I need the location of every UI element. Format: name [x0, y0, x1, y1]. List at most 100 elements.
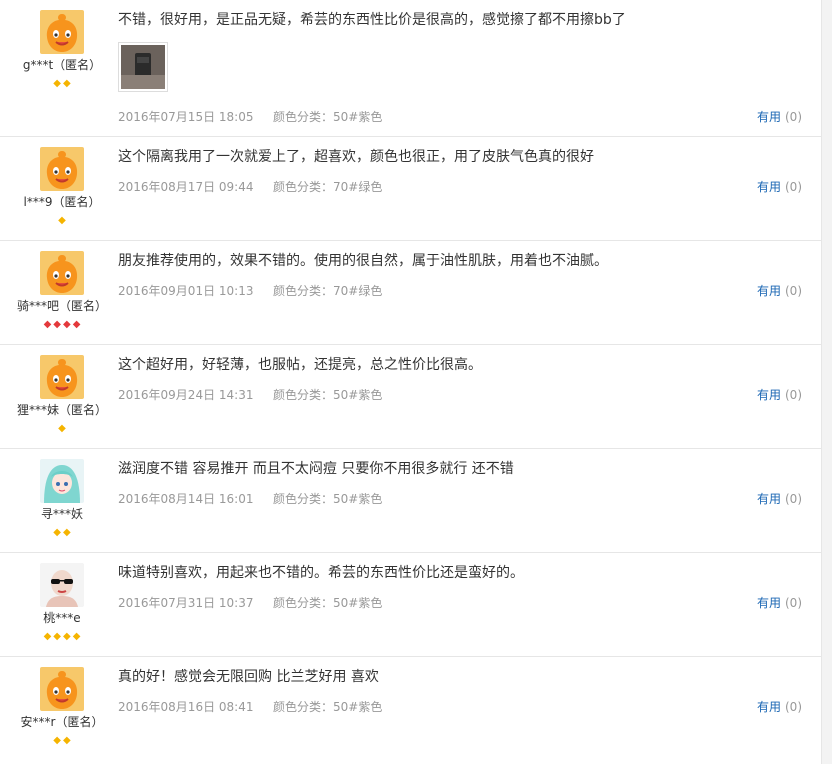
sku-color: 颜色分类：50#紫色	[273, 110, 383, 124]
review-meta: 2016年07月15日 18:05 颜色分类：50#紫色	[118, 108, 382, 125]
review-list: g***t（匿名） ◆ ◆ 不错，很好用，是正品无疑，希芸的东西性比价是很高的，感觉擦…	[0, 0, 822, 764]
useful-button[interactable]: 有用	[757, 388, 781, 402]
sku-color: 颜色分类：50#紫色	[273, 492, 383, 506]
review-photo-thumbnail[interactable]	[118, 42, 168, 92]
useful-count: (0)	[785, 110, 802, 124]
reviewer-info: 安***r（匿名） ◆ ◆	[0, 667, 124, 746]
reviewer-info: 狸***妹（匿名） ◆	[0, 355, 124, 434]
review-content: 真的好！感觉会无限回购 比兰芝好用 喜欢	[118, 667, 808, 687]
useful-vote: 有用 (0)	[757, 698, 802, 715]
grade-diamond-icon: ◆	[53, 319, 61, 330]
grade-diamond-icon: ◆	[53, 527, 61, 538]
grade-diamond-icon: ◆	[72, 631, 81, 642]
reviewer-name: 寻***妖	[40, 507, 83, 521]
review-meta: 2016年09月24日 14:31 颜色分类：50#紫色	[118, 386, 382, 403]
grade-diamond-icon: ◆	[43, 631, 52, 642]
useful-vote: 有用 (0)	[757, 108, 802, 125]
review-content: 不错，很好用，是正品无疑，希芸的东西性比价是很高的，感觉擦了都不用擦bb了	[118, 10, 808, 92]
useful-count: (0)	[785, 596, 802, 610]
buyer-grade-badge: ◆ ◆	[0, 525, 124, 538]
avatar[interactable]	[40, 459, 84, 503]
review-content: 味道特别喜欢，用起来也不错的。希芸的东西性价比还是蛮好的。	[118, 563, 808, 583]
useful-button[interactable]: 有用	[757, 180, 781, 194]
review-content: 这个隔离我用了一次就爱上了，超喜欢，颜色也很正，用了皮肤气色真的很好	[118, 147, 808, 167]
review-date: 2016年07月31日 10:37	[118, 596, 254, 610]
useful-vote: 有用 (0)	[757, 386, 802, 403]
reviewer-info: l***9（匿名） ◆	[0, 147, 124, 226]
reviewer-info: g***t（匿名） ◆ ◆	[0, 10, 124, 89]
grade-diamond-icon: ◆	[72, 319, 81, 330]
grade-diamond-icon: ◆	[58, 215, 66, 226]
review-text: 味道特别喜欢，用起来也不错的。希芸的东西性价比还是蛮好的。	[118, 565, 524, 581]
review-text: 滋润度不错 容易推开 而且不太闷痘 只要你不用很多就行 还不错	[118, 461, 514, 477]
review-meta: 2016年09月01日 10:13 颜色分类：70#绿色	[118, 282, 382, 299]
useful-vote: 有用 (0)	[757, 178, 802, 195]
useful-button[interactable]: 有用	[757, 700, 781, 714]
buyer-grade-badge: ◆	[0, 421, 124, 434]
reviewer-name: 安***r（匿名）	[20, 715, 104, 729]
reviewer-info: 骑***吧（匿名） ◆ ◆ ◆ ◆	[0, 251, 124, 330]
sku-color: 颜色分类：50#紫色	[273, 700, 383, 714]
sku-color: 颜色分类：50#紫色	[273, 388, 383, 402]
reviewer-info: 寻***妖 ◆ ◆	[0, 459, 124, 538]
review-text: 不错，很好用，是正品无疑，希芸的东西性比价是很高的，感觉擦了都不用擦bb了	[118, 12, 626, 28]
avatar[interactable]	[40, 355, 84, 399]
review-content: 这个超好用，好轻薄，也服帖，还提亮，总之性价比很高。	[118, 355, 808, 375]
review-item: 骑***吧（匿名） ◆ ◆ ◆ ◆ 朋友推荐使用的，效果不错的。使用的很自然，属于油性肌肤…	[0, 241, 822, 345]
review-text: 这个隔离我用了一次就爱上了，超喜欢，颜色也很正，用了皮肤气色真的很好	[118, 149, 594, 165]
buyer-grade-badge: ◆	[0, 213, 124, 226]
useful-count: (0)	[785, 284, 802, 298]
useful-button[interactable]: 有用	[757, 492, 781, 506]
review-meta: 2016年08月17日 09:44 颜色分类：70#绿色	[118, 178, 382, 195]
review-meta: 2016年08月16日 08:41 颜色分类：50#紫色	[118, 698, 382, 715]
reviewer-name: 骑***吧（匿名）	[16, 299, 107, 313]
reviewer-name: 桃***e	[43, 611, 81, 625]
sku-color: 颜色分类：70#绿色	[273, 284, 383, 298]
review-item: 寻***妖 ◆ ◆ 滋润度不错 容易推开 而且不太闷痘 只要你不用很多就行 还不错 20…	[0, 449, 822, 553]
useful-button[interactable]: 有用	[757, 110, 781, 124]
avatar[interactable]	[40, 10, 84, 54]
review-date: 2016年08月16日 08:41	[118, 700, 254, 714]
review-item: 安***r（匿名） ◆ ◆ 真的好！感觉会无限回购 比兰芝好用 喜欢 2016年08月1…	[0, 657, 822, 760]
grade-diamond-icon: ◆	[58, 423, 66, 434]
avatar[interactable]	[40, 563, 84, 607]
useful-count: (0)	[785, 492, 802, 506]
review-item: 桃***e ◆ ◆ ◆ ◆ 味道特别喜欢，用起来也不错的。希芸的东西性价比还是蛮好的。 20…	[0, 553, 822, 657]
reviewer-name: g***t（匿名）	[22, 58, 102, 72]
review-text: 这个超好用，好轻薄，也服帖，还提亮，总之性价比很高。	[118, 357, 482, 373]
grade-diamond-icon: ◆	[63, 78, 71, 89]
buyer-grade-badge: ◆ ◆ ◆ ◆	[0, 317, 124, 330]
avatar[interactable]	[40, 251, 84, 295]
reviewer-name: l***9（匿名）	[23, 195, 101, 209]
review-meta: 2016年07月31日 10:37 颜色分类：50#紫色	[118, 594, 382, 611]
review-date: 2016年09月01日 10:13	[118, 284, 254, 298]
grade-diamond-icon: ◆	[63, 631, 71, 642]
sku-color: 颜色分类：70#绿色	[273, 180, 383, 194]
reviewer-name: 狸***妹（匿名）	[16, 403, 107, 417]
useful-vote: 有用 (0)	[757, 490, 802, 507]
review-item: 狸***妹（匿名） ◆ 这个超好用，好轻薄，也服帖，还提亮，总之性价比很高。 2016…	[0, 345, 822, 449]
useful-button[interactable]: 有用	[757, 284, 781, 298]
grade-diamond-icon: ◆	[63, 527, 71, 538]
reviewer-info: 桃***e ◆ ◆ ◆ ◆	[0, 563, 124, 642]
sku-color: 颜色分类：50#紫色	[273, 596, 383, 610]
useful-vote: 有用 (0)	[757, 594, 802, 611]
review-content: 朋友推荐使用的，效果不错的。使用的很自然，属于油性肌肤，用着也不油腻。	[118, 251, 808, 271]
grade-diamond-icon: ◆	[53, 735, 61, 746]
grade-diamond-icon: ◆	[53, 78, 61, 89]
avatar[interactable]	[40, 667, 84, 711]
useful-count: (0)	[785, 180, 802, 194]
review-item: l***9（匿名） ◆ 这个隔离我用了一次就爱上了，超喜欢，颜色也很正，用了皮肤气色…	[0, 137, 822, 241]
review-date: 2016年09月24日 14:31	[118, 388, 254, 402]
scrollbar[interactable]	[821, 0, 832, 764]
buyer-grade-badge: ◆ ◆	[0, 76, 124, 89]
avatar[interactable]	[40, 147, 84, 191]
review-date: 2016年08月14日 16:01	[118, 492, 254, 506]
useful-button[interactable]: 有用	[757, 596, 781, 610]
review-item: g***t（匿名） ◆ ◆ 不错，很好用，是正品无疑，希芸的东西性比价是很高的，感觉擦…	[0, 0, 822, 137]
grade-diamond-icon: ◆	[63, 319, 71, 330]
review-date: 2016年07月15日 18:05	[118, 110, 254, 124]
grade-diamond-icon: ◆	[63, 735, 71, 746]
useful-count: (0)	[785, 700, 802, 714]
review-content: 滋润度不错 容易推开 而且不太闷痘 只要你不用很多就行 还不错	[118, 459, 808, 479]
